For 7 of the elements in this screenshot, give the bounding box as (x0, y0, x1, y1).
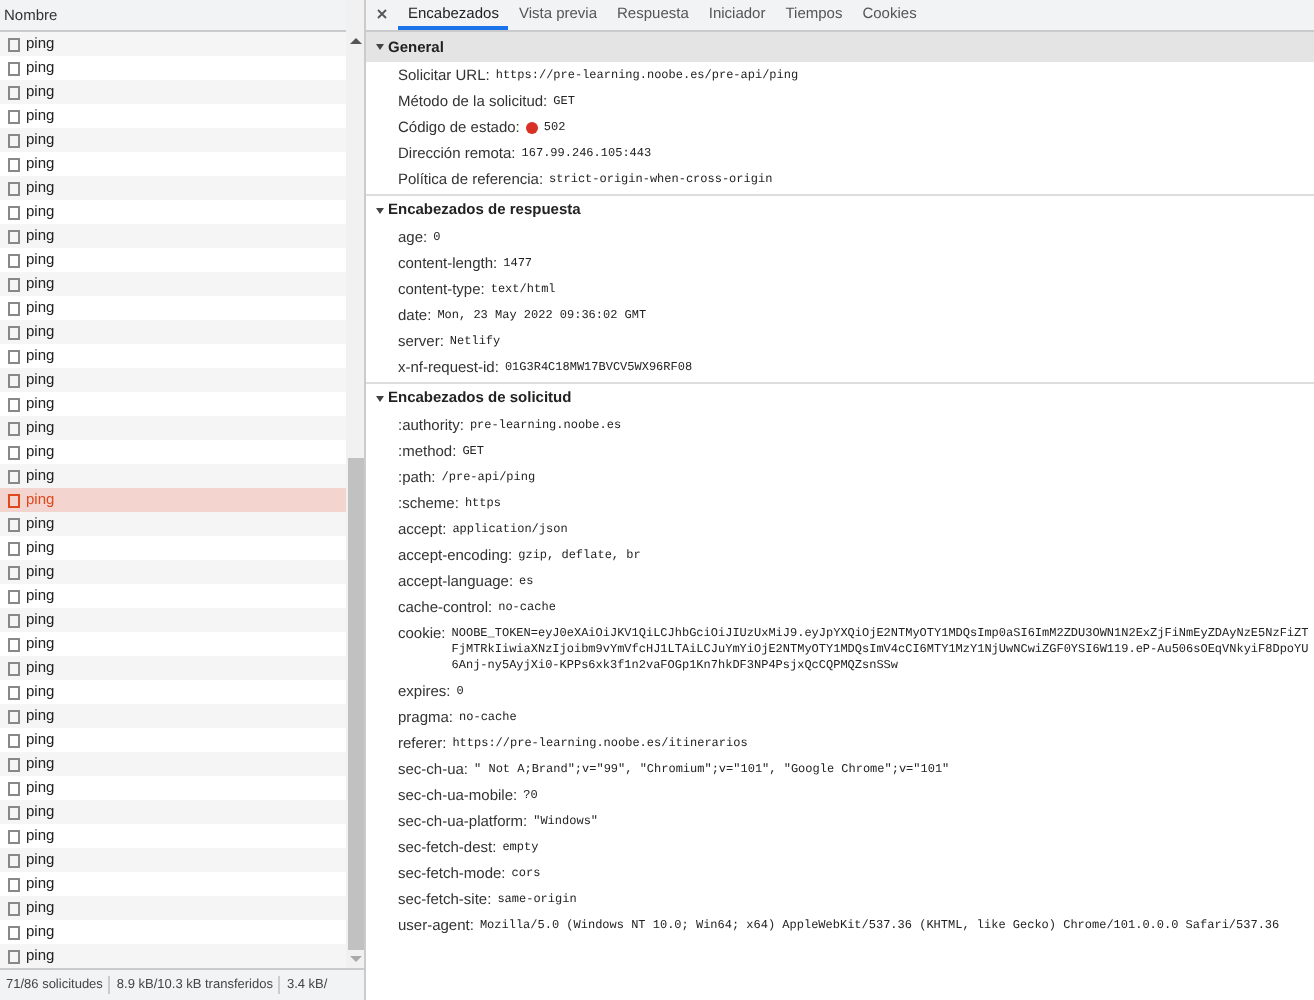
scroll-thumb[interactable] (347, 458, 363, 950)
expand-icon (376, 207, 384, 213)
scrollbar[interactable] (346, 0, 364, 968)
close-icon[interactable] (376, 8, 388, 20)
expand-icon (376, 395, 384, 401)
expand-icon (376, 44, 384, 50)
scroll-down-icon[interactable] (349, 956, 361, 962)
